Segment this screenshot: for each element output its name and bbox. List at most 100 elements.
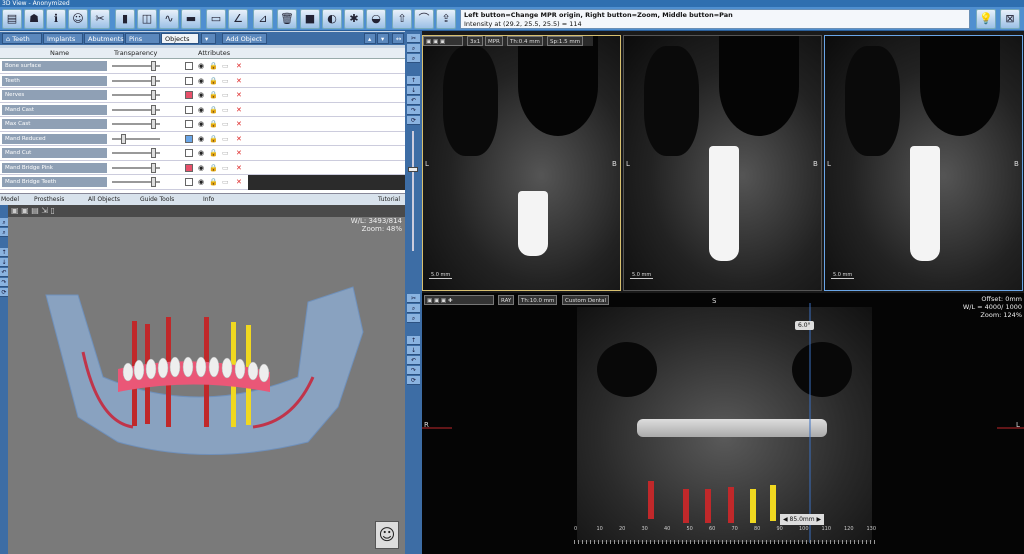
delete-icon[interactable]: ✕ [236, 163, 242, 173]
visibility-icon[interactable]: ◉ [198, 76, 204, 86]
face-icon[interactable]: ☺ [68, 9, 88, 29]
curve-icon[interactable]: ⌒ [414, 9, 434, 29]
tab-objects[interactable]: Objects [161, 33, 199, 44]
zoom-icon[interactable]: ⌕ [0, 218, 8, 227]
cross-section-panel[interactable]: L B 5.0 mm [824, 35, 1023, 291]
table-row[interactable]: Mand Bridge Teeth ◉ 🔒 ▭ ✕ [0, 175, 405, 190]
slider-knob[interactable] [150, 119, 156, 129]
visibility-icon[interactable]: ◉ [198, 119, 204, 129]
lock-icon[interactable]: 🔒 [209, 105, 218, 115]
table-row[interactable]: Mand Reduced ◉ 🔒 ▭ ✕ [0, 132, 405, 146]
up-icon[interactable]: ↑ [407, 76, 420, 85]
down-icon[interactable]: ↓ [0, 258, 8, 267]
panoramic-view[interactable]: ▣ ▣ ▣ ✚ RAY Th:10.0 mm Custom Dental S R… [422, 293, 1024, 554]
delete-icon[interactable]: ✕ [236, 90, 242, 100]
tools-icon[interactable]: ✂ [407, 34, 420, 43]
scroll-up-icon[interactable]: ▴ [364, 33, 376, 44]
angle-icon[interactable]: ∠ [228, 9, 248, 29]
transparency-slider[interactable] [112, 177, 160, 187]
exit-icon[interactable]: ⊠ [1000, 9, 1020, 29]
view-controls-icon[interactable]: ▣ ▣ ▤ ⇲ ▯ [11, 206, 55, 215]
zoom-out-icon[interactable]: ⌕ [407, 54, 420, 63]
implant-tool-icon[interactable]: ▮ [115, 9, 135, 29]
up-icon[interactable]: ↑ [0, 248, 8, 257]
delete-icon[interactable]: ✕ [236, 177, 242, 187]
crop-icon[interactable]: ◫ [137, 9, 157, 29]
camera-icon[interactable]: ■ [300, 9, 320, 29]
thickness-button[interactable]: Th:0.4 mm [507, 36, 543, 46]
edit-icon[interactable]: ▭ [222, 134, 229, 144]
lock-icon[interactable]: 🔒 [209, 163, 218, 173]
lock-icon[interactable]: 🔒 [209, 134, 218, 144]
visibility-icon[interactable]: ◉ [198, 61, 204, 71]
down-icon[interactable]: ↓ [407, 86, 420, 95]
orientation-head-icon[interactable]: ☺ [375, 521, 399, 549]
lock-icon[interactable]: 🔒 [209, 90, 218, 100]
transparency-slider[interactable] [112, 90, 160, 100]
visibility-icon[interactable]: ◉ [198, 163, 204, 173]
color-swatch[interactable] [185, 91, 193, 99]
rotate-icon[interactable]: ⟳ [407, 116, 420, 125]
slice-slider-track[interactable] [412, 131, 414, 251]
upload-icon[interactable]: ⇧ [392, 9, 412, 29]
rotate-icon[interactable]: ⟳ [407, 376, 420, 385]
lock-icon[interactable]: 🔒 [209, 76, 218, 86]
info-icon[interactable]: ℹ [46, 9, 66, 29]
table-row[interactable]: Mand Cut ◉ 🔒 ▭ ✕ [0, 146, 405, 161]
export-icon[interactable]: ⇪ [436, 9, 456, 29]
tab-implants[interactable]: Implants [43, 33, 83, 44]
delete-icon[interactable]: ✕ [236, 134, 242, 144]
rotate-icon[interactable]: ⟳ [0, 288, 8, 297]
tools-icon[interactable]: ✂ [407, 294, 420, 303]
transparency-slider[interactable] [112, 148, 160, 158]
tab-abutments[interactable]: Abutments [84, 33, 124, 44]
dropdown-icon[interactable]: ▾ [201, 33, 216, 44]
table-row[interactable]: Nerves ◉ 🔒 ▭ ✕ [0, 88, 405, 103]
delete-icon[interactable]: ✕ [236, 61, 242, 71]
edit-icon[interactable]: ▭ [222, 119, 229, 129]
scroll-down-icon[interactable]: ▾ [377, 33, 389, 44]
tab-pins[interactable]: Pins [125, 33, 160, 44]
color-swatch[interactable] [185, 149, 193, 157]
left-icon[interactable]: ↶ [0, 268, 8, 277]
delete-icon[interactable]: ✕ [236, 105, 242, 115]
slider-knob[interactable] [150, 162, 156, 173]
slice-slider-knob[interactable] [408, 167, 418, 172]
edit-icon[interactable]: ▭ [222, 163, 229, 173]
nerve-icon[interactable]: ∿ [159, 9, 179, 29]
zoom-out-icon[interactable]: ⌕ [407, 314, 420, 323]
transparency-slider[interactable] [112, 104, 160, 115]
color-swatch[interactable] [185, 163, 193, 172]
delete-icon[interactable]: ✕ [236, 148, 242, 158]
visibility-icon[interactable]: ◉ [198, 90, 204, 100]
slider-knob[interactable] [150, 148, 156, 158]
table-row[interactable]: Mand Bridge Pink ◉ 🔒 ▭ ✕ [0, 161, 405, 175]
tab-teeth[interactable]: ⌂ Teeth [2, 33, 42, 44]
slider-knob[interactable] [150, 61, 156, 71]
color-swatch[interactable] [185, 134, 193, 143]
edit-icon[interactable]: ▭ [222, 76, 229, 86]
tools-icon[interactable]: ✂ [90, 9, 110, 29]
measure-icon[interactable]: ▭ [206, 9, 226, 29]
color-swatch[interactable] [185, 178, 193, 186]
zoom-out-icon[interactable]: ⌕ [0, 228, 8, 237]
color-swatch[interactable] [185, 62, 193, 70]
visibility-icon[interactable]: ◉ [198, 177, 204, 187]
brightness-icon[interactable]: ✱ [344, 9, 364, 29]
lock-icon[interactable]: 🔒 [209, 119, 218, 129]
table-row[interactable]: Max Cast ◉ 🔒 ▭ ✕ [0, 117, 405, 132]
edit-icon[interactable]: ▭ [222, 177, 229, 187]
visibility-icon[interactable]: ◉ [198, 148, 204, 158]
slider-knob[interactable] [150, 177, 156, 187]
transparency-slider[interactable] [112, 133, 160, 144]
left-icon[interactable]: ↶ [407, 96, 420, 105]
color-swatch[interactable] [185, 76, 193, 85]
view-mode-icons[interactable]: ▣ ▣ ▣ [423, 36, 463, 46]
mpr-button[interactable]: MPR [485, 36, 503, 46]
lock-icon[interactable]: 🔒 [209, 148, 218, 158]
right-icon[interactable]: ↷ [407, 106, 420, 115]
cross-section-panel[interactable]: L B 5.0 mm ▣ ▣ ▣ 3x1 MPR Th:0.4 mm Sp:1.… [422, 35, 621, 291]
slider-knob[interactable] [120, 133, 126, 144]
color-swatch[interactable] [185, 105, 193, 114]
transparency-slider[interactable] [112, 75, 160, 86]
